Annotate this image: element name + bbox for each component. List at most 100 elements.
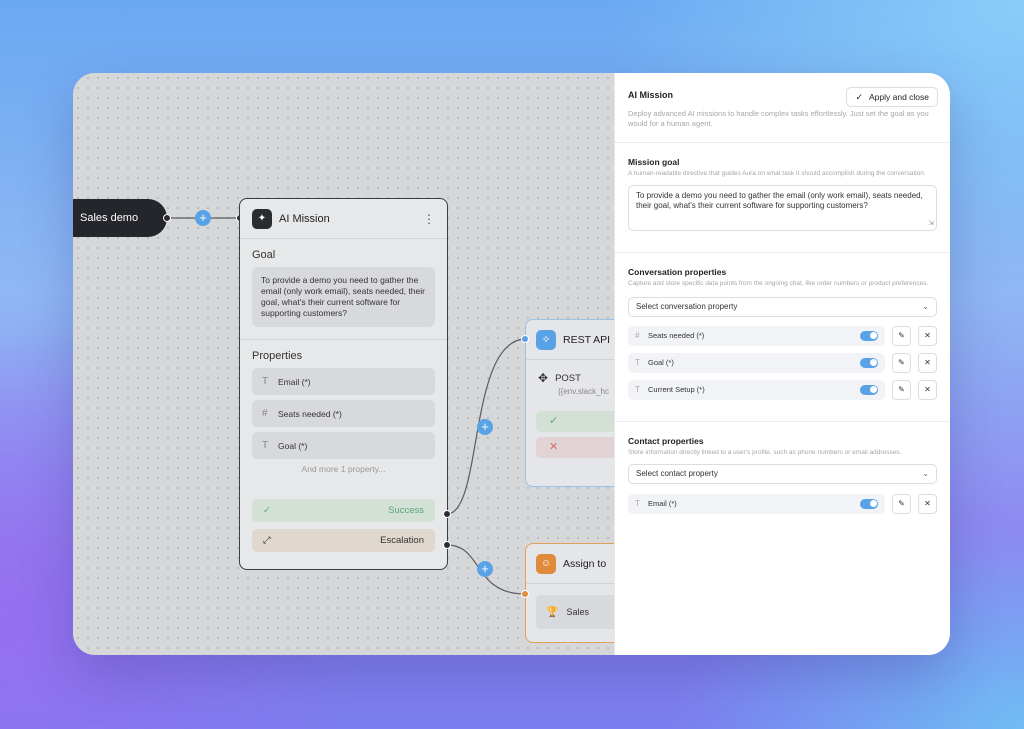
- pencil-icon: ✎: [898, 499, 905, 508]
- trophy-icon: 🏆: [546, 606, 559, 618]
- text-type-icon: T: [635, 358, 640, 367]
- arrows-move-icon: ✥: [538, 371, 549, 385]
- contact-property-select[interactable]: Select contact property ⌄: [628, 463, 937, 484]
- more-options-icon[interactable]: ⋮: [423, 212, 435, 226]
- ai-mission-node[interactable]: ✦ AI Mission ⋮ Goal To provide a demo yo…: [239, 198, 448, 570]
- rest-error-outcome[interactable]: ✕: [536, 437, 614, 458]
- close-icon: ✕: [549, 441, 559, 453]
- text-type-icon: T: [635, 499, 640, 508]
- assign-node-header: ☺ Assign to: [526, 544, 614, 584]
- edit-button[interactable]: ✎: [892, 379, 911, 400]
- conversation-property-row: # Seats needed (*) ✎ ✕: [628, 325, 937, 346]
- apply-and-close-button[interactable]: ✓ Apply and close: [846, 87, 938, 107]
- resize-handle-icon[interactable]: ⇲: [928, 219, 934, 229]
- remove-button[interactable]: ✕: [918, 379, 937, 400]
- property-item: # Seats needed (*): [252, 400, 435, 427]
- add-step-button[interactable]: +: [477, 419, 493, 435]
- trigger-label: Sales demo: [80, 212, 139, 224]
- success-outcome[interactable]: ✓ Success: [252, 499, 435, 522]
- required-toggle[interactable]: [860, 384, 878, 395]
- select-placeholder: Select contact property: [636, 469, 718, 478]
- assign-input-port[interactable]: [521, 590, 529, 598]
- contact-properties-subtext: Store information directly linked to a u…: [628, 449, 902, 456]
- hash-icon: #: [635, 331, 640, 340]
- conversation-properties-heading: Conversation properties: [628, 267, 727, 277]
- check-icon: ✓: [855, 91, 863, 102]
- app-window: Sales demo + ✦ AI Mission ⋮ Goal To prov…: [73, 73, 950, 655]
- property-label: Goal (*): [648, 358, 674, 367]
- mission-goal-subtext: A human-readable directive that guides A…: [628, 170, 926, 177]
- conversation-properties-section: Conversation properties Capture and stor…: [615, 253, 950, 422]
- properties-heading: Properties: [252, 350, 303, 362]
- check-icon: ✓: [549, 415, 559, 427]
- mission-goal-heading: Mission goal: [628, 157, 680, 167]
- property-pill: # Seats needed (*): [628, 325, 885, 346]
- edit-button[interactable]: ✎: [892, 493, 911, 514]
- add-step-button[interactable]: +: [477, 561, 493, 577]
- escalation-outcome[interactable]: ⤢ Escalation: [252, 529, 435, 552]
- required-toggle[interactable]: [860, 498, 878, 509]
- property-label: Goal (*): [278, 440, 308, 451]
- success-label: Success: [388, 505, 424, 516]
- assign-node[interactable]: ☺ Assign to 🏆 Sales: [525, 543, 614, 643]
- edit-button[interactable]: ✎: [892, 352, 911, 373]
- assign-node-title: Assign to: [563, 557, 607, 570]
- api-icon: ✧: [536, 329, 556, 350]
- assign-target-label: Sales: [566, 607, 589, 617]
- property-pill: T Current Setup (*): [628, 379, 885, 400]
- conversation-property-row: T Goal (*) ✎ ✕: [628, 352, 937, 373]
- mission-node-header: ✦ AI Mission ⋮: [240, 199, 447, 239]
- mission-goal-section: Mission goal A human-readable directive …: [615, 143, 950, 253]
- panel-header: AI Mission ✓ Apply and close Deploy adva…: [615, 73, 950, 143]
- required-toggle[interactable]: [860, 330, 878, 341]
- contact-properties-heading: Contact properties: [628, 436, 704, 446]
- conversation-properties-subtext: Capture and store specific data points f…: [628, 280, 929, 287]
- remove-button[interactable]: ✕: [918, 352, 937, 373]
- rest-node-header: ✧ REST API: [526, 320, 614, 360]
- property-pill: T Email (*): [628, 493, 885, 514]
- close-icon: ✕: [924, 499, 931, 508]
- settings-panel: AI Mission ✓ Apply and close Deploy adva…: [614, 73, 950, 655]
- property-label: Current Setup (*): [648, 385, 705, 394]
- escalation-output-port[interactable]: [443, 541, 451, 549]
- remove-button[interactable]: ✕: [918, 325, 937, 346]
- select-placeholder: Select conversation property: [636, 302, 738, 311]
- property-label: Seats needed (*): [648, 331, 705, 340]
- request-url: {{env.slack_hc: [558, 387, 609, 396]
- pencil-icon: ✎: [898, 385, 905, 394]
- text-type-icon: T: [635, 385, 640, 394]
- contact-property-row: T Email (*) ✎ ✕: [628, 493, 937, 514]
- trigger-output-port[interactable]: [163, 214, 171, 222]
- remove-button[interactable]: ✕: [918, 493, 937, 514]
- conversation-property-select[interactable]: Select conversation property ⌄: [628, 296, 937, 317]
- rest-input-port[interactable]: [521, 335, 529, 343]
- required-toggle[interactable]: [860, 357, 878, 368]
- close-icon: ✕: [924, 358, 931, 367]
- method-label: POST: [555, 372, 581, 384]
- property-item: T Goal (*): [252, 432, 435, 459]
- goal-heading: Goal: [252, 249, 276, 261]
- close-icon: ✕: [924, 385, 931, 394]
- escalation-label: Escalation: [380, 535, 424, 546]
- close-icon: ✕: [924, 331, 931, 340]
- edit-button[interactable]: ✎: [892, 325, 911, 346]
- mission-goal-textarea[interactable]: To provide a demo you need to gather the…: [628, 184, 937, 231]
- rest-success-outcome[interactable]: ✓: [536, 411, 614, 432]
- panel-description: Deploy advanced AI missions to handle co…: [628, 109, 929, 128]
- pencil-icon: ✎: [898, 331, 905, 340]
- flow-canvas[interactable]: Sales demo + ✦ AI Mission ⋮ Goal To prov…: [73, 73, 614, 655]
- more-properties-link[interactable]: And more 1 property...: [252, 464, 435, 474]
- chevron-down-icon: ⌄: [922, 469, 929, 478]
- text-type-icon: T: [262, 376, 269, 387]
- mission-goal-value: To provide a demo you need to gather the…: [636, 190, 923, 210]
- trigger-node-sales-demo[interactable]: Sales demo: [73, 199, 167, 237]
- rest-node-title: REST API: [563, 333, 611, 346]
- success-output-port[interactable]: [443, 510, 451, 518]
- property-item: T Email (*): [252, 368, 435, 395]
- rest-api-node[interactable]: ✧ REST API ✥ POST {{env.slack_hc ✓ ✕: [525, 319, 614, 487]
- property-label: Email (*): [648, 499, 677, 508]
- add-step-button[interactable]: +: [195, 210, 211, 226]
- check-icon: ✓: [263, 505, 271, 516]
- conversation-property-row: T Current Setup (*) ✎ ✕: [628, 379, 937, 400]
- apply-button-label: Apply and close: [868, 92, 929, 102]
